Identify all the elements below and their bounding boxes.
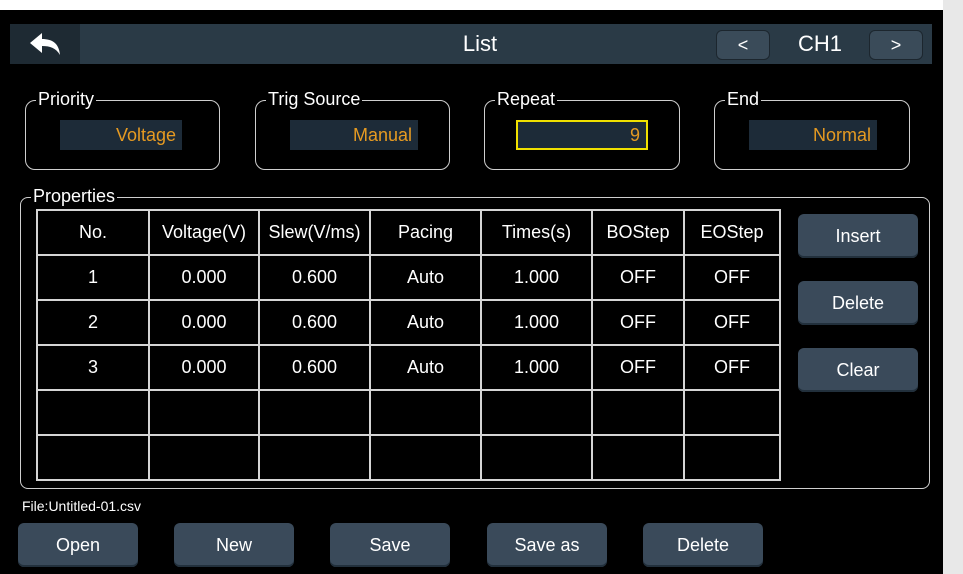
table-cell[interactable] (480, 434, 593, 481)
save-button[interactable]: Save (330, 523, 450, 567)
list-table: No. Voltage(V) Slew(V/ms) Pacing Times(s… (36, 209, 781, 481)
next-channel-button[interactable]: > (869, 30, 923, 60)
repeat-group: Repeat 9 (484, 89, 680, 170)
properties-label: Properties (31, 186, 118, 206)
table-cell[interactable]: 1.000 (480, 254, 593, 301)
table-row[interactable]: 3 0.000 0.600 Auto 1.000 OFF OFF (36, 344, 781, 391)
table-cell[interactable] (369, 434, 482, 481)
table-cell[interactable]: 1.000 (480, 344, 593, 391)
column-header: Slew(V/ms) (258, 209, 371, 256)
trig-source-field[interactable]: Manual (290, 120, 418, 150)
table-cell[interactable]: 0.600 (258, 254, 371, 301)
end-group: End Normal (714, 89, 910, 170)
prev-channel-button[interactable]: < (716, 30, 770, 60)
insert-button[interactable]: Insert (798, 214, 918, 258)
column-header: BOStep (591, 209, 685, 256)
table-cell[interactable] (369, 389, 482, 436)
table-cell[interactable]: 0.600 (258, 299, 371, 346)
table-cell[interactable] (591, 434, 685, 481)
table-cell[interactable]: 0.000 (148, 344, 260, 391)
table-row[interactable] (36, 389, 781, 436)
table-cell[interactable]: OFF (683, 299, 781, 346)
table-cell[interactable] (36, 434, 150, 481)
table-cell[interactable]: 3 (36, 344, 150, 391)
table-cell[interactable]: Auto (369, 344, 482, 391)
table-cell[interactable] (591, 389, 685, 436)
table-row[interactable]: 1 0.000 0.600 Auto 1.000 OFF OFF (36, 254, 781, 301)
end-label: End (725, 89, 762, 109)
column-header: EOStep (683, 209, 781, 256)
table-cell[interactable]: 0.000 (148, 254, 260, 301)
open-button[interactable]: Open (18, 523, 138, 567)
new-button[interactable]: New (174, 523, 294, 567)
table-cell[interactable]: 1 (36, 254, 150, 301)
priority-label: Priority (36, 89, 97, 109)
clear-button[interactable]: Clear (798, 348, 918, 392)
save-as-button[interactable]: Save as (487, 523, 607, 567)
file-name: File:Untitled-01.csv (22, 498, 142, 514)
table-cell[interactable]: OFF (591, 344, 685, 391)
table-cell[interactable] (36, 389, 150, 436)
end-field[interactable]: Normal (749, 120, 877, 150)
table-cell[interactable] (258, 389, 371, 436)
repeat-label: Repeat (495, 89, 558, 109)
back-arrow-icon (30, 33, 60, 55)
column-header: Times(s) (480, 209, 593, 256)
column-header: Voltage(V) (148, 209, 260, 256)
delete-file-button[interactable]: Delete (643, 523, 763, 567)
screen: List < CH1 > Priority Voltage Trig Sourc… (0, 0, 963, 574)
table-cell[interactable]: 0.600 (258, 344, 371, 391)
table-cell[interactable] (480, 389, 593, 436)
repeat-field[interactable]: 9 (516, 120, 648, 150)
right-edge (943, 0, 963, 574)
trig-source-label: Trig Source (266, 89, 363, 109)
column-header: Pacing (369, 209, 482, 256)
table-row[interactable] (36, 434, 781, 481)
table-cell[interactable] (683, 389, 781, 436)
table-cell[interactable] (148, 434, 260, 481)
table-cell[interactable] (148, 389, 260, 436)
table-cell[interactable]: OFF (683, 254, 781, 301)
table-cell[interactable] (258, 434, 371, 481)
priority-field[interactable]: Voltage (60, 120, 182, 150)
table-header-row: No. Voltage(V) Slew(V/ms) Pacing Times(s… (36, 209, 781, 256)
table-cell[interactable]: OFF (683, 344, 781, 391)
channel-label: CH1 (797, 31, 842, 56)
priority-group: Priority Voltage (25, 89, 220, 170)
back-button[interactable] (10, 24, 80, 64)
page-title: List (462, 31, 498, 56)
table-cell[interactable]: OFF (591, 254, 685, 301)
table-cell[interactable]: OFF (591, 299, 685, 346)
table-cell[interactable]: Auto (369, 254, 482, 301)
table-cell[interactable]: 0.000 (148, 299, 260, 346)
table-row[interactable]: 2 0.000 0.600 Auto 1.000 OFF OFF (36, 299, 781, 346)
delete-row-button[interactable]: Delete (798, 281, 918, 325)
table-cell[interactable]: 1.000 (480, 299, 593, 346)
table-cell[interactable]: Auto (369, 299, 482, 346)
trig-source-group: Trig Source Manual (255, 89, 450, 170)
column-header: No. (36, 209, 150, 256)
top-edge (0, 0, 963, 10)
table-cell[interactable] (683, 434, 781, 481)
table-cell[interactable]: 2 (36, 299, 150, 346)
